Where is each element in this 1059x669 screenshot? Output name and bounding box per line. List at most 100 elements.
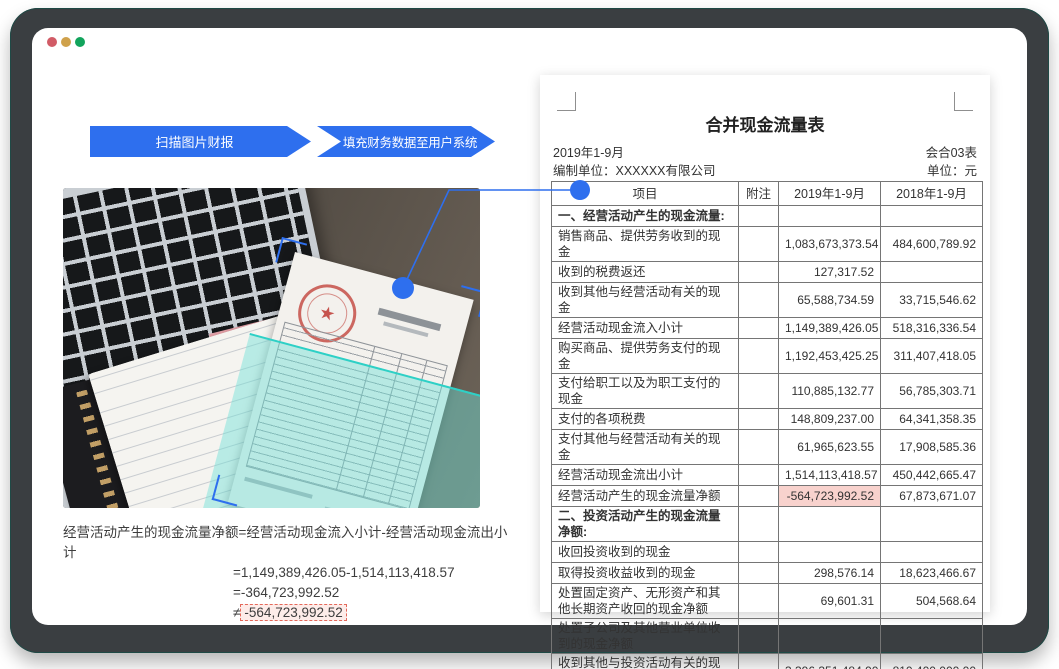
note-cell <box>739 206 779 227</box>
item-cell: 收到其他与经营活动有关的现金 <box>552 283 739 318</box>
item-cell: 收到其他与投资活动有关的现金 <box>552 654 739 669</box>
report-page: 合并现金流量表 2019年1-9月 会合03表 编制单位：XXXXXX有限公司 … <box>540 75 990 612</box>
v2018-cell: 504,568.64 <box>881 584 983 619</box>
flow-step-scan-label: 扫描图片财报 <box>155 132 233 151</box>
v2018-cell: 450,442,665.47 <box>881 465 983 486</box>
note-cell <box>739 430 779 465</box>
v2019-cell: 65,588,734.59 <box>779 283 881 318</box>
table-row: 支付给职工以及为职工支付的现金 110,885,132.7756,785,303.… <box>552 374 983 409</box>
table-row: 收到的税费返还127,317.52 <box>552 262 983 283</box>
table-section-row: 一、经营活动产生的现金流量: <box>552 206 983 227</box>
item-cell: 支付其他与经营活动有关的现金 <box>552 430 739 465</box>
v2018-cell: 484,600,789.92 <box>881 227 983 262</box>
note-cell <box>739 262 779 283</box>
table-section-row: 二、投资活动产生的现金流量净额: <box>552 507 983 542</box>
star-icon: ★ <box>317 301 338 325</box>
v2019-cell: 148,809,237.00 <box>779 409 881 430</box>
v2018-cell: 311,407,418.05 <box>881 339 983 374</box>
note-cell <box>739 339 779 374</box>
report-title: 合并现金流量表 <box>540 111 990 136</box>
table-row: 销售商品、提供劳务收到的现金 1,083,673,373.54484,600,78… <box>552 227 983 262</box>
item-cell: 支付的各项税费 <box>552 409 739 430</box>
close-button[interactable] <box>47 37 57 47</box>
caption-formula: 经营活动产生的现金流量净额=经营活动现金流入小计-经营活动现金流出小计 <box>63 523 513 563</box>
item-cell: 一、经营活动产生的现金流量: <box>552 206 739 227</box>
item-cell: 支付给职工以及为职工支付的现金 <box>552 374 739 409</box>
v2019-cell: 1,149,389,426.05 <box>779 318 881 339</box>
zoom-button[interactable] <box>75 37 85 47</box>
note-cell <box>739 465 779 486</box>
report-form-no: 会合03表 <box>926 142 977 161</box>
caption-calc: =1,149,389,426.05-1,514,113,418.57 <box>233 563 513 583</box>
item-cell: 收回投资收到的现金 <box>552 542 739 563</box>
mismatch-value-highlight: -564,723,992.52 <box>240 604 346 621</box>
flow-step-fill-label: 填充财务数据至用户系统 <box>343 132 477 151</box>
table-row: 经营活动产生的现金流量净额 -564,723,992.5267,873,671.0… <box>552 486 983 507</box>
table-header-cell: 项目 <box>552 182 739 206</box>
v2019-cell: 298,576.14 <box>779 563 881 584</box>
v2019-cell <box>779 206 881 227</box>
page-corner-mark-icon <box>557 92 576 111</box>
table-row: 经营活动现金流入小计 1,149,389,426.05518,316,336.54 <box>552 318 983 339</box>
v2019-cell: 61,965,623.55 <box>779 430 881 465</box>
item-cell: 购买商品、提供劳务支付的现金 <box>552 339 739 374</box>
note-cell <box>739 654 779 669</box>
note-cell <box>739 227 779 262</box>
verification-caption: 经营活动产生的现金流量净额=经营活动现金流入小计-经营活动现金流出小计 =1,1… <box>63 523 513 623</box>
v2018-cell: 18,623,466.67 <box>881 563 983 584</box>
table-row: 收到其他与投资活动有关的现金3,396,351,484.90810,400,00… <box>552 654 983 669</box>
item-cell: 销售商品、提供劳务收到的现金 <box>552 227 739 262</box>
screenshot-stage: 扫描图片财报 填充财务数据至用户系统 ★ <box>0 0 1059 669</box>
table-row: 购买商品、提供劳务支付的现金 1,192,453,425.25311,407,41… <box>552 339 983 374</box>
minimize-button[interactable] <box>61 37 71 47</box>
table-row: 收回投资收到的现金 <box>552 542 983 563</box>
item-cell: 经营活动现金流出小计 <box>552 465 739 486</box>
note-cell <box>739 542 779 563</box>
v2019-cell: 3,396,351,484.90 <box>779 654 881 669</box>
flow-step-fill: 填充财务数据至用户系统 <box>317 126 495 157</box>
v2018-cell: 56,785,303.71 <box>881 374 983 409</box>
report-period: 2019年1-9月 <box>553 142 624 161</box>
v2018-cell <box>881 206 983 227</box>
v2019-cell: -564,723,992.52 <box>779 486 881 507</box>
v2019-cell: 1,192,453,425.25 <box>779 339 881 374</box>
v2018-cell <box>881 507 983 542</box>
v2018-cell <box>881 542 983 563</box>
v2018-cell <box>881 619 983 654</box>
note-cell <box>739 619 779 654</box>
v2019-cell: 69,601.31 <box>779 584 881 619</box>
table-header-cell: 2019年1-9月 <box>779 182 881 206</box>
table-row: 处置子公司及其他营业单位收到的现金净额 <box>552 619 983 654</box>
item-cell: 处置子公司及其他营业单位收到的现金净额 <box>552 619 739 654</box>
desk-photo: ★ <box>63 188 480 508</box>
note-cell <box>739 563 779 584</box>
v2019-cell <box>779 507 881 542</box>
v2018-cell: 67,873,671.07 <box>881 486 983 507</box>
item-cell: 经营活动产生的现金流量净额 <box>552 486 739 507</box>
table-row: 取得投资收益收到的现金 298,576.1418,623,466.67 <box>552 563 983 584</box>
table-row: 支付的各项税费 148,809,237.0064,341,358.35 <box>552 409 983 430</box>
report-unit: 单位：元 <box>927 160 977 179</box>
item-cell: 处置固定资产、无形资产和其他长期资产收回的现金净额 <box>552 584 739 619</box>
note-cell <box>739 283 779 318</box>
v2018-cell: 518,316,336.54 <box>881 318 983 339</box>
item-cell: 收到的税费返还 <box>552 262 739 283</box>
caption-result: =-364,723,992.52 <box>233 583 513 603</box>
caption-mismatch: ≠-564,723,992.52 <box>233 603 513 623</box>
report-prepared-by: 编制单位：XXXXXX有限公司 <box>553 160 716 179</box>
v2018-cell: 33,715,546.62 <box>881 283 983 318</box>
v2019-cell: 1,514,113,418.57 <box>779 465 881 486</box>
table-header-cell: 2018年1-9月 <box>881 182 983 206</box>
note-cell <box>739 409 779 430</box>
table-header-cell: 附注 <box>739 182 779 206</box>
note-cell <box>739 486 779 507</box>
v2018-cell: 17,908,585.36 <box>881 430 983 465</box>
item-cell: 取得投资收益收到的现金 <box>552 563 739 584</box>
table-header-row: 项目附注2019年1-9月2018年1-9月 <box>552 182 983 206</box>
v2018-cell: 64,341,358.35 <box>881 409 983 430</box>
item-cell: 二、投资活动产生的现金流量净额: <box>552 507 739 542</box>
v2019-cell: 110,885,132.77 <box>779 374 881 409</box>
item-cell: 经营活动现金流入小计 <box>552 318 739 339</box>
note-cell <box>739 507 779 542</box>
v2019-cell: 1,083,673,373.54 <box>779 227 881 262</box>
